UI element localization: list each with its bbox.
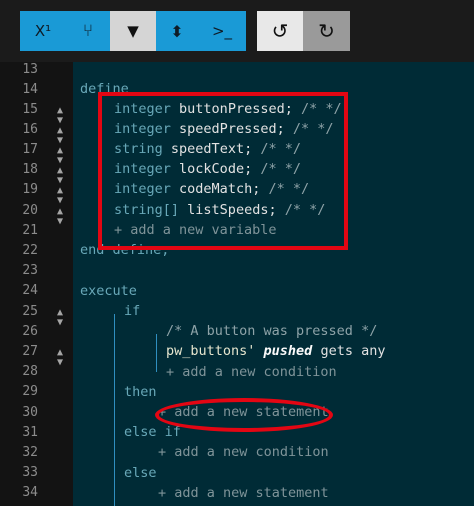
line-number: 31 <box>22 425 38 440</box>
condition-event: pushed <box>263 343 313 359</box>
statement-highlight-oval <box>155 398 333 432</box>
then-keyword[interactable]: then <box>124 384 157 400</box>
condition-subject: pw_buttons' <box>166 343 256 359</box>
line-number: 24 <box>22 283 38 298</box>
line-number: 21 <box>22 223 38 238</box>
branch-button[interactable]: ⑂ <box>66 11 110 51</box>
line-number: 33 <box>22 465 38 480</box>
sort-icon: ⬍ <box>170 21 184 41</box>
drag-handle-icon[interactable]: ▲ ▼ <box>57 126 63 146</box>
toolbar: X¹ ⑂ ▼ ⬍ >_ ↺ ↻ <box>0 0 474 66</box>
undo-button[interactable]: ↺ <box>257 11 303 51</box>
line-number: 27 <box>22 344 38 359</box>
else-if-keyword[interactable]: else if <box>124 424 181 440</box>
drag-handle-icon[interactable]: ▲ ▼ <box>57 146 63 166</box>
line-number: 23 <box>22 263 38 278</box>
add-statement-link[interactable]: + add a new statement <box>158 485 329 501</box>
line-number: 19 <box>22 182 38 197</box>
line-number: 20 <box>22 203 38 218</box>
else-keyword[interactable]: else <box>124 465 157 481</box>
filter-icon: ▼ <box>127 22 139 40</box>
redo-button[interactable]: ↻ <box>303 11 350 51</box>
code-editor[interactable]: 13 14 15 16 17 18 19 20 21 22 23 24 25 2… <box>0 62 474 506</box>
line-number: 25 <box>22 304 38 319</box>
line-number: 30 <box>22 405 38 420</box>
line-number: 26 <box>22 324 38 339</box>
if-keyword[interactable]: if <box>124 303 140 319</box>
line-number: 16 <box>22 122 38 137</box>
line-number: 34 <box>22 485 38 500</box>
if-block-guide <box>114 314 115 506</box>
undo-icon: ↺ <box>271 19 289 43</box>
line-number: 28 <box>22 364 38 379</box>
drag-handle-icon[interactable]: ▲ ▼ <box>57 308 63 328</box>
variables-highlight-box <box>98 92 348 250</box>
line-number: 29 <box>22 384 38 399</box>
drag-handle-icon[interactable]: ▲ ▼ <box>57 166 63 186</box>
superscript-button[interactable]: X¹ <box>20 11 66 51</box>
line-number: 32 <box>22 445 38 460</box>
terminal-icon: >_ <box>211 22 233 40</box>
filter-button[interactable]: ▼ <box>110 11 156 51</box>
condition-expression[interactable]: pw_buttons' pushed gets any <box>166 343 386 359</box>
add-condition-link[interactable]: + add a new condition <box>166 364 337 380</box>
superscript-icon: X¹ <box>34 22 52 40</box>
condition-guide <box>156 334 157 372</box>
branch-icon: ⑂ <box>82 21 94 41</box>
line-number: 13 <box>22 62 38 77</box>
line-number: 17 <box>22 142 38 157</box>
line-number: 15 <box>22 102 38 117</box>
drag-handle-icon[interactable]: ▲ ▼ <box>57 207 63 227</box>
terminal-button[interactable]: >_ <box>198 11 246 51</box>
redo-icon: ↻ <box>318 19 335 43</box>
condition-comment[interactable]: /* A button was pressed */ <box>166 323 377 339</box>
drag-handle-icon[interactable]: ▲ ▼ <box>57 106 63 126</box>
drag-handle-icon[interactable]: ▲ ▼ <box>57 186 63 206</box>
drag-handle-icon[interactable]: ▲ ▼ <box>57 348 63 368</box>
condition-tail: gets any <box>320 343 386 359</box>
sort-button[interactable]: ⬍ <box>156 11 198 51</box>
line-number: 22 <box>22 243 38 258</box>
execute-keyword[interactable]: execute <box>80 283 137 299</box>
line-number: 18 <box>22 162 38 177</box>
line-number: 14 <box>22 82 38 97</box>
add-condition-link[interactable]: + add a new condition <box>158 444 329 460</box>
